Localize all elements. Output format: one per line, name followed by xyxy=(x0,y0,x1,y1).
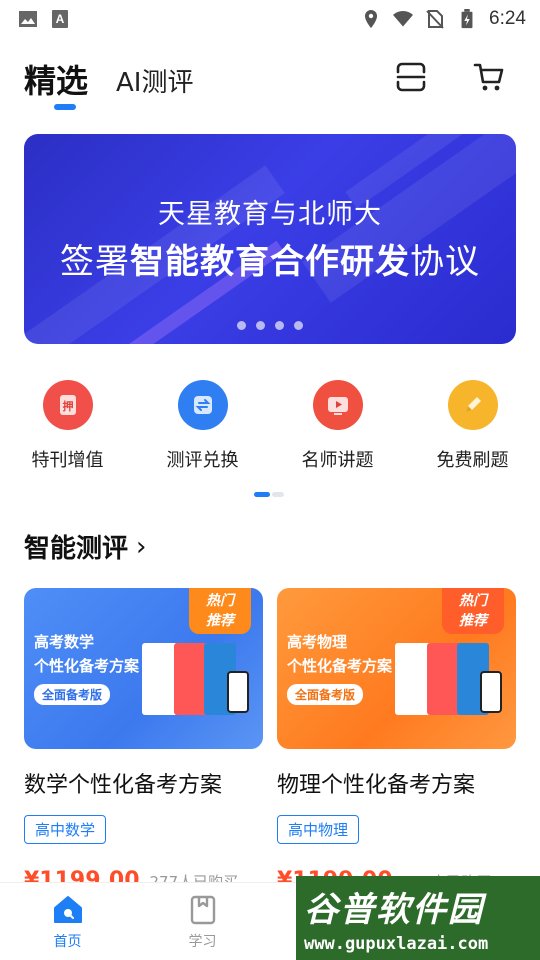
chevron-right-icon: › xyxy=(136,531,147,562)
banner-headline: 天星教育与北师大 xyxy=(158,199,382,230)
book-icon xyxy=(190,895,215,925)
exchange-icon xyxy=(177,380,228,430)
nav-home[interactable]: 首页 xyxy=(0,883,135,960)
tab-ai-assessment[interactable]: AI测评 xyxy=(116,62,193,99)
product-title: 物理个性化备考方案 xyxy=(277,773,476,798)
no-sim-icon xyxy=(426,10,444,29)
svg-text:A: A xyxy=(56,12,65,26)
nav-study[interactable]: 学习 xyxy=(135,883,270,960)
quick-actions-pager xyxy=(254,492,284,497)
banner-dot[interactable] xyxy=(256,321,265,330)
tab-indicator xyxy=(54,104,76,110)
banner-dot[interactable] xyxy=(294,321,303,330)
product-image: 热门 推荐 高考物理 个性化备考方案 全面备考版 xyxy=(277,588,516,749)
font-icon: A xyxy=(52,10,68,28)
subject-tag: 高中物理 xyxy=(277,815,360,844)
banner-dot[interactable] xyxy=(237,321,246,330)
banner-dot[interactable] xyxy=(275,321,284,330)
quick-action-special-issue[interactable]: 押 特刊增值 xyxy=(0,380,135,472)
cart-icon[interactable] xyxy=(472,60,506,94)
location-icon xyxy=(365,10,378,28)
clock: 6:24 xyxy=(489,8,526,29)
quick-action-teacher-lecture[interactable]: 名师讲题 xyxy=(270,380,405,472)
banner-subheadline: 签署智能教育合作研发协议 xyxy=(60,242,480,282)
status-bar: A 6:24 xyxy=(0,0,540,38)
wifi-icon xyxy=(393,11,414,27)
product-card-physics[interactable]: 热门推荐 高考物理个性化备考方案 全面备考版 物理个性化备考方案 高中物理 ¥1… xyxy=(277,588,516,893)
top-header: 精选 AI测评 xyxy=(24,52,516,112)
promo-banner[interactable]: 天星教育与北师大 签署智能教育合作研发协议 xyxy=(24,134,516,344)
section-smart-assessment[interactable]: 智能测评 › xyxy=(24,528,146,565)
site-watermark: 谷普软件园 www.gupuxlazai.com xyxy=(296,876,540,960)
battery-charging-icon xyxy=(461,9,473,29)
product-card-math[interactable]: 热门 推荐 高考数学 个性化备考方案 全面备考版 数学个性化备考方案 高中数学 ¥1… xyxy=(24,588,263,893)
product-title: 数学个性化备考方案 xyxy=(24,773,223,798)
play-icon xyxy=(312,380,363,430)
quick-action-exchange[interactable]: 测评兑换 xyxy=(135,380,270,472)
hot-badge: 热门 推荐 xyxy=(189,588,251,634)
subject-tag: 高中数学 xyxy=(24,815,107,844)
gallery-icon xyxy=(19,11,37,27)
scan-icon[interactable] xyxy=(394,60,428,94)
tab-featured[interactable]: 精选 xyxy=(24,56,88,102)
quick-actions: 押 特刊增值 测评兑换 名师讲题 免费刷题 xyxy=(0,380,540,472)
product-image: 热门 推荐 高考数学 个性化备考方案 全面备考版 xyxy=(24,588,263,749)
svg-text:押: 押 xyxy=(62,399,73,413)
banner-pagination xyxy=(24,321,516,330)
home-icon xyxy=(53,896,82,923)
stamp-icon: 押 xyxy=(42,380,93,430)
quick-action-free-practice[interactable]: 免费刷题 xyxy=(405,380,540,472)
hot-badge: 热门 推荐 xyxy=(442,588,504,634)
pencil-icon xyxy=(447,380,498,430)
